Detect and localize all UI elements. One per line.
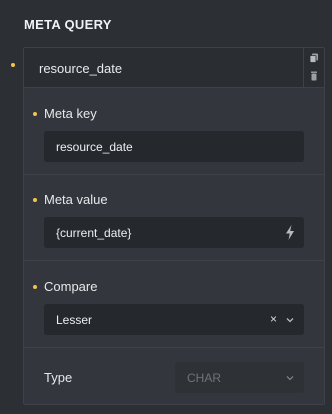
type-control: Type CHAR <box>24 348 324 403</box>
chevron-down-icon[interactable] <box>286 374 294 382</box>
meta-key-control: Meta key resource_date <box>24 88 324 175</box>
type-value: CHAR <box>187 371 222 385</box>
meta-query-item: resource_date Meta key resource_date Met… <box>23 47 325 405</box>
meta-value-label: Meta value <box>44 192 108 207</box>
meta-value-input[interactable]: {current_date} <box>44 217 304 248</box>
compare-modified-dot <box>33 285 37 289</box>
compare-control: Compare Lesser × <box>24 261 324 348</box>
meta-query-item-body: Meta key resource_date Meta value {curre… <box>24 88 324 404</box>
meta-value-modified-dot <box>33 198 37 202</box>
meta-key-label: Meta key <box>44 106 97 121</box>
type-select[interactable]: CHAR <box>175 362 304 393</box>
copy-icon[interactable] <box>309 53 319 63</box>
compare-select[interactable]: Lesser × <box>44 304 304 335</box>
meta-query-item-actions <box>303 48 324 87</box>
chevron-down-icon[interactable] <box>286 316 294 324</box>
meta-key-input[interactable]: resource_date <box>44 131 304 162</box>
meta-key-value: resource_date <box>56 140 133 154</box>
compare-value: Lesser <box>56 313 93 327</box>
modified-indicator-dot <box>11 63 15 67</box>
meta-key-modified-dot <box>33 112 37 116</box>
meta-value-value: {current_date} <box>56 226 132 240</box>
type-label: Type <box>44 370 73 385</box>
meta-query-item-title: resource_date <box>39 61 123 76</box>
panel-title: META QUERY <box>24 17 112 32</box>
bolt-icon[interactable] <box>285 225 295 240</box>
meta-query-item-header[interactable]: resource_date <box>24 48 324 88</box>
clear-icon[interactable]: × <box>270 313 277 326</box>
meta-value-control: Meta value {current_date} <box>24 175 324 261</box>
trash-icon[interactable] <box>309 71 319 81</box>
compare-label: Compare <box>44 279 98 294</box>
